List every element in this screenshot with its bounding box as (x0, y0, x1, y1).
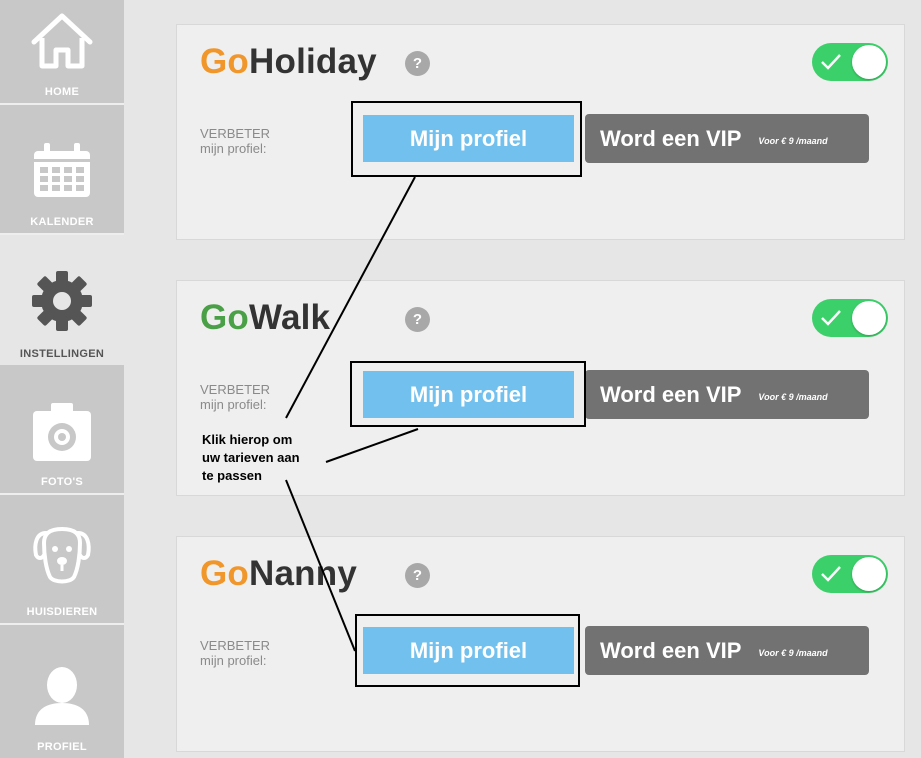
annotation-line1: Klik hierop om (202, 432, 293, 447)
annotation-line3: te passen (202, 468, 262, 483)
annotation-text: Klik hierop om uw tarieven aan te passen (202, 431, 342, 485)
annotation-arrows (285, 176, 419, 652)
annotation-line-3 (285, 479, 356, 652)
annotation-line2: uw tarieven aan (202, 450, 300, 465)
annotation-line-1 (285, 176, 416, 419)
